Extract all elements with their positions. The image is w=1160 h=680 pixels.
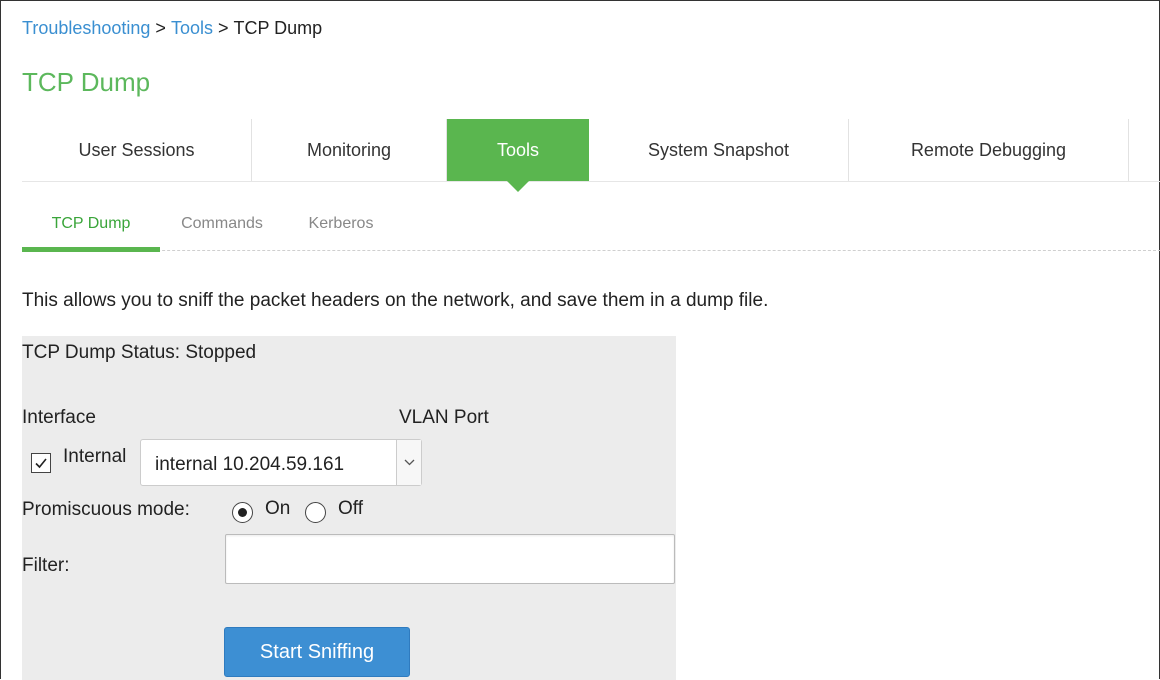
promiscuous-mode-label: Promiscuous mode: <box>22 499 190 520</box>
subtab-label: Kerberos <box>308 215 374 232</box>
promiscuous-off-radio[interactable] <box>305 502 326 523</box>
breadcrumb-separator: > <box>217 18 229 38</box>
tab-user-sessions[interactable]: User Sessions <box>22 119 252 181</box>
breadcrumb-link-tools[interactable]: Tools <box>171 18 213 38</box>
promiscuous-on-radio[interactable] <box>232 502 253 523</box>
tcp-dump-form-panel: TCP Dump Status: Stopped Interface VLAN … <box>22 336 676 680</box>
breadcrumb-separator: > <box>155 18 166 38</box>
promiscuous-on-label: On <box>265 498 291 519</box>
subtab-label: TCP Dump <box>51 215 131 232</box>
filter-label: Filter: <box>22 555 70 576</box>
breadcrumb-link-troubleshooting[interactable]: Troubleshooting <box>22 18 150 38</box>
tab-label: System Snapshot <box>647 139 790 160</box>
tab-label: Tools <box>496 139 540 160</box>
internal-label: Internal <box>63 446 127 467</box>
tab-system-snapshot[interactable]: System Snapshot <box>589 119 849 181</box>
interface-select[interactable]: internal 10.204.59.161 <box>140 439 422 486</box>
interface-select-value: internal 10.204.59.161 <box>155 454 345 475</box>
status-value: Stopped <box>185 342 257 363</box>
page-title: TCP Dump <box>22 67 151 97</box>
subtab-commands[interactable]: Commands <box>160 209 284 251</box>
tab-label: User Sessions <box>78 139 195 160</box>
subtab-kerberos[interactable]: Kerberos <box>284 209 398 251</box>
checkmark-icon <box>35 458 47 469</box>
tab-monitoring[interactable]: Monitoring <box>252 119 447 181</box>
chevron-down-icon <box>396 440 421 485</box>
promiscuous-off-label: Off <box>338 498 363 519</box>
status-row: TCP Dump Status: Stopped <box>22 342 256 364</box>
tab-tools[interactable]: Tools <box>447 119 589 192</box>
interface-label: Interface <box>22 407 96 428</box>
vlan-port-label: VLAN Port <box>399 407 489 428</box>
subtab-label: Commands <box>181 215 263 232</box>
tab-remote-debugging[interactable]: Remote Debugging <box>849 119 1129 181</box>
breadcrumb-current: TCP Dump <box>233 18 323 38</box>
sub-tab-bar: TCP Dump Commands Kerberos <box>22 209 1160 252</box>
tab-label: Remote Debugging <box>910 139 1067 160</box>
status-label: TCP Dump Status: <box>22 342 181 363</box>
page: Troubleshooting > Tools > TCP Dump TCP Dump … <box>0 0 1160 680</box>
internal-checkbox[interactable] <box>31 453 51 473</box>
start-sniffing-button[interactable]: Start Sniffing <box>224 627 410 677</box>
main-tab-bar: User Sessions Monitoring Tools System Sn… <box>22 119 1160 192</box>
tab-label: Monitoring <box>306 139 392 160</box>
description-text: This allows you to sniff the packet head… <box>22 290 769 311</box>
filter-input[interactable] <box>225 534 675 584</box>
subtab-tcp-dump[interactable]: TCP Dump <box>22 209 160 252</box>
breadcrumb: Troubleshooting > Tools > TCP Dump <box>22 18 322 39</box>
